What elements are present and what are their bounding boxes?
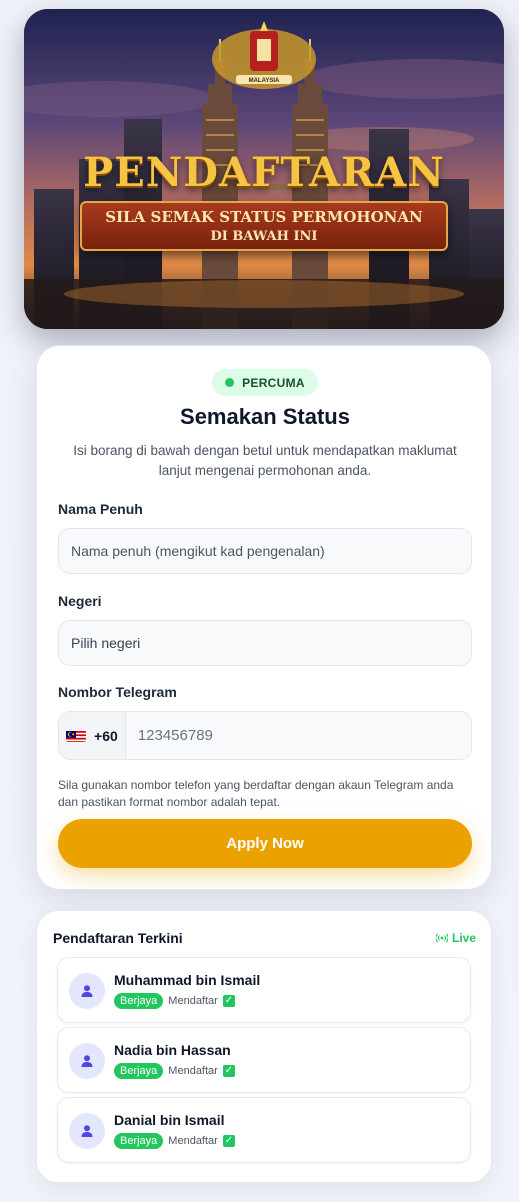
list-item: Danial bin Ismail Berjaya Mendaftar ✓	[57, 1097, 471, 1163]
registration-list: Muhammad bin Ismail Berjaya Mendaftar ✓ …	[57, 957, 471, 1167]
country-code: +60	[94, 727, 118, 744]
state-select-value: Pilih negeri	[71, 635, 141, 651]
status-check-card: PERCUMA Semakan Status Isi borang di baw…	[36, 345, 492, 890]
name-input[interactable]	[71, 543, 471, 559]
hero-subtitle-banner: SILA SEMAK STATUS PERMOHONAN DI BAWAH IN…	[80, 201, 448, 251]
recent-registrations-card: Pendaftaran Terkini Live Muhammad bin Is…	[36, 910, 492, 1183]
list-item: Muhammad bin Ismail Berjaya Mendaftar ✓	[57, 957, 471, 1023]
avatar	[69, 1113, 105, 1149]
registrant-name: Nadia bin Hassan	[114, 1042, 231, 1058]
registrant-status: Mendaftar	[168, 1135, 218, 1147]
phone-input[interactable]	[125, 727, 471, 744]
list-item: Nadia bin Hassan Berjaya Mendaftar ✓	[57, 1027, 471, 1093]
user-icon	[81, 1125, 93, 1137]
phone-field[interactable]: +60	[58, 711, 472, 760]
success-badge: Berjaya	[114, 993, 164, 1009]
hero-banner-line-2: DI BAWAH INI	[210, 229, 318, 244]
status-dot-icon	[225, 378, 235, 387]
free-badge: PERCUMA	[212, 369, 318, 396]
phone-hint: Sila gunakan nombor telefon yang berdaft…	[58, 778, 454, 809]
name-field-label: Nama Penuh	[58, 501, 143, 517]
hero-banner: MALAYSIA PENDAFTARAN SILA SEMAK STATUS P…	[24, 9, 504, 329]
malaysia-flag-icon	[66, 730, 87, 742]
check-icon: ✓	[222, 995, 235, 1007]
recent-registrations-title: Pendaftaran Terkini	[53, 930, 183, 946]
avatar	[69, 1043, 105, 1079]
avatar	[69, 973, 105, 1009]
success-badge: Berjaya	[114, 1133, 164, 1149]
hero-title: PENDAFTARAN	[83, 149, 445, 196]
name-field[interactable]	[58, 528, 472, 574]
registrant-meta: Berjaya Mendaftar ✓	[114, 1063, 235, 1079]
apply-now-button[interactable]: Apply Now	[58, 819, 472, 868]
form-description: Isi borang di bawah dengan betul untuk m…	[73, 443, 457, 478]
broadcast-icon	[435, 933, 448, 943]
user-icon	[81, 1055, 93, 1067]
form-title: Semakan Status	[180, 404, 350, 429]
live-label: Live	[451, 931, 476, 945]
country-code-selector[interactable]: +60	[59, 712, 126, 759]
phone-field-label: Nombor Telegram	[58, 684, 177, 700]
user-icon	[81, 985, 93, 997]
check-icon: ✓	[222, 1065, 235, 1077]
registrant-status: Mendaftar	[168, 995, 218, 1007]
registrant-meta: Berjaya Mendaftar ✓	[114, 1133, 235, 1149]
emblem-text: MALAYSIA	[249, 78, 280, 84]
hero-banner-line-1: SILA SEMAK STATUS PERMOHONAN	[105, 208, 423, 226]
state-select[interactable]: Pilih negeri	[58, 620, 472, 666]
success-badge: Berjaya	[114, 1063, 164, 1079]
live-indicator: Live	[435, 931, 476, 945]
registrant-name: Danial bin Ismail	[114, 1112, 225, 1128]
free-badge-label: PERCUMA	[242, 375, 305, 390]
state-field-label: Negeri	[58, 593, 102, 609]
registrant-name: Muhammad bin Ismail	[114, 972, 261, 988]
check-icon: ✓	[222, 1135, 235, 1147]
registrant-meta: Berjaya Mendaftar ✓	[114, 993, 235, 1009]
registrant-status: Mendaftar	[168, 1065, 218, 1077]
